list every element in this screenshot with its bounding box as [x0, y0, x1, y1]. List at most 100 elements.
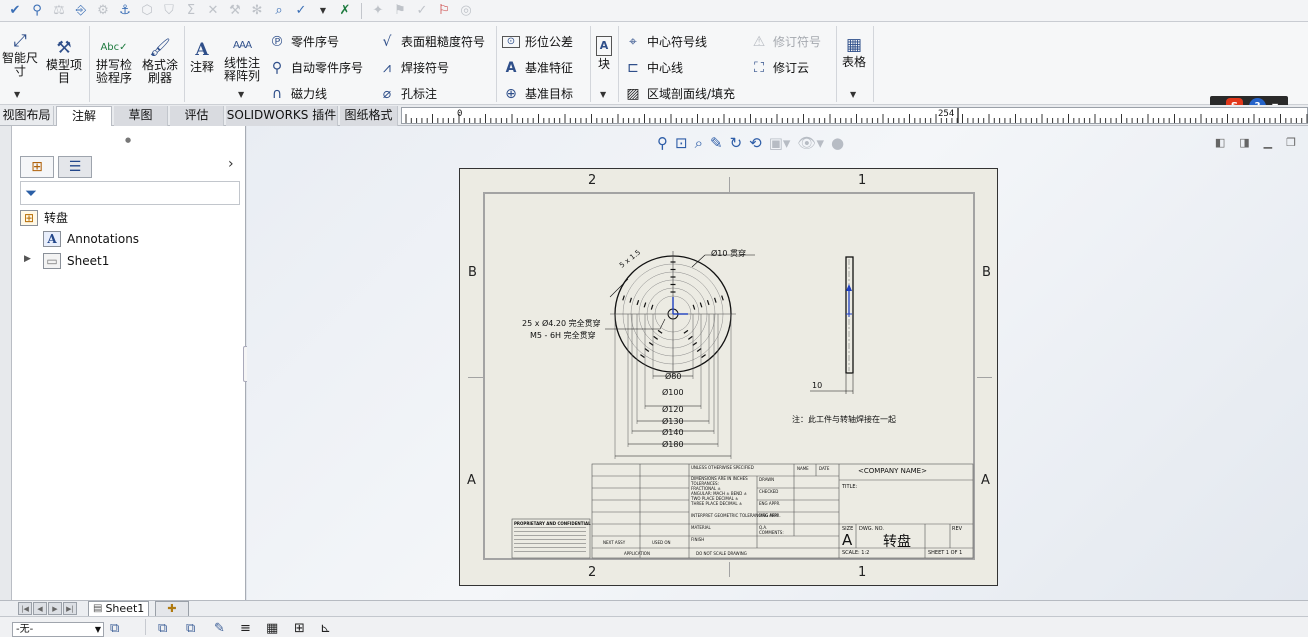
shield-dim-icon[interactable]: ⛉	[160, 2, 178, 20]
zoom-to-fit-icon[interactable]: ⚲	[657, 134, 668, 152]
dim-d100[interactable]: Ø100	[662, 388, 684, 397]
note-button[interactable]: A 注释	[186, 41, 218, 74]
smart-dimension-button[interactable]: ⤢ 智能尺 寸	[0, 32, 40, 78]
line-weight-icon[interactable]: ≡	[240, 621, 251, 636]
auto-balloon-button[interactable]: ⚲ 自动零件序号	[268, 59, 363, 76]
snap-icon[interactable]: ⊾	[320, 621, 331, 636]
graphics-area[interactable]: ⚲ ⊡ ⌕ ✎ ↻ ⟲ ▣▾ 👁▾ ● ◧ ◨ ▁ ❐ 2 1 2 1 B A …	[247, 126, 1308, 600]
tab-evaluate[interactable]: 评估	[170, 106, 224, 126]
hole-callout-button[interactable]: ⌀ 孔标注	[378, 85, 437, 102]
color-display-icon[interactable]: ⊞	[294, 621, 305, 636]
tab-sheet-format[interactable]: 图纸格式	[340, 106, 398, 126]
line-style-icon[interactable]: ✎	[214, 621, 225, 636]
hide-show-edges-icon[interactable]: ▦	[266, 621, 278, 636]
layer-icon[interactable]: ⧉	[110, 621, 119, 636]
lock-dim-icon[interactable]: ✦	[369, 2, 387, 20]
excel-icon[interactable]: ✗	[336, 2, 354, 20]
cube-dim-icon[interactable]: ⬡	[138, 2, 156, 20]
datum-feature-button[interactable]: A 基准特征	[502, 59, 573, 76]
sheet-tab-sheet1[interactable]: ▤ Sheet1	[88, 601, 150, 617]
balance-icon[interactable]: ⚖	[50, 2, 68, 20]
drawing-sheet[interactable]: 2 1 2 1 B A B A 5 x 1.5 Ø10 贯穿 25 x Ø4.2…	[459, 168, 998, 586]
filter-funnel-icon[interactable]: ⏷	[25, 184, 37, 202]
restore-right-icon[interactable]: ◨	[1239, 136, 1249, 149]
tab-annotation[interactable]: 注解	[56, 106, 112, 126]
chevron-down-icon[interactable]: ▼	[600, 90, 606, 99]
next-sheet-icon[interactable]: ▶	[48, 602, 62, 615]
line-color-icon[interactable]: ⧉	[158, 621, 167, 636]
inspect-icon[interactable]: ⌕	[270, 2, 288, 20]
drawing-note[interactable]: 注：此工件与转轴焊接在一起	[792, 414, 896, 425]
revision-cloud-button[interactable]: ⛶ 修订云	[750, 59, 809, 76]
blocks-button[interactable]: A 块	[592, 36, 616, 71]
globe-dim-icon[interactable]: ◎	[457, 2, 475, 20]
expand-arrow-icon[interactable]: ▶	[24, 254, 31, 264]
dim-hole-diameter[interactable]: Ø10 贯穿	[711, 248, 746, 259]
dim-thickness[interactable]: 10	[812, 381, 822, 390]
surface-finish-button[interactable]: √ 表面粗糙度符号	[378, 33, 485, 50]
hide-show-icon[interactable]: 👁▾	[797, 134, 824, 152]
balloon-button[interactable]: ℗ 零件序号	[268, 33, 339, 50]
ok-dim-icon[interactable]: ✓	[413, 2, 431, 20]
first-sheet-icon[interactable]: |◀	[18, 602, 32, 615]
datum-target-button[interactable]: ⊕ 基准目标	[502, 85, 573, 102]
grip-dot-icon[interactable]: ●	[125, 136, 131, 144]
display-style-icon[interactable]: ▣▾	[769, 134, 791, 152]
tree-item-sheet1[interactable]: ▭ Sheet1	[43, 253, 109, 269]
flag-icon[interactable]: ⚐	[435, 2, 453, 20]
dim-d120[interactable]: Ø120	[662, 405, 684, 414]
tree-item-annotations[interactable]: A Annotations	[43, 231, 139, 247]
geometric-tolerance-button[interactable]: ⊙ 形位公差	[502, 33, 573, 50]
chevron-down-icon[interactable]: ▼	[850, 90, 856, 99]
tree-filter-input[interactable]: ⏷	[20, 181, 240, 205]
add-sheet-icon[interactable]: ✚	[155, 601, 189, 617]
rotate-icon[interactable]: ↻	[730, 134, 743, 152]
tools-dim-icon[interactable]: ⚒	[226, 2, 244, 20]
prev-sheet-icon[interactable]: ◀	[33, 602, 47, 615]
magnetic-line-button[interactable]: ∩ 磁力线	[268, 85, 327, 102]
area-hatch-button[interactable]: ▨ 区域剖面线/填充	[624, 85, 735, 102]
chevron-right-icon[interactable]: ›	[228, 156, 234, 172]
x-dim-icon[interactable]: ✕	[204, 2, 222, 20]
centerline-button[interactable]: ⊏ 中心线	[624, 59, 683, 76]
redraw-icon[interactable]: ⟲	[749, 134, 762, 152]
model-items-button[interactable]: ⚒ 模型项 目	[42, 39, 86, 85]
chevron-down-icon[interactable]: ▼	[238, 90, 244, 99]
zoom-in-out-icon[interactable]: ⌕	[695, 134, 703, 152]
tab-solidworks-addins[interactable]: SOLIDWORKS 插件	[226, 106, 338, 126]
search-glass-icon[interactable]: ⚲	[28, 2, 46, 20]
format-painter-button[interactable]: 🖌 格式涂 刷器	[138, 39, 182, 85]
spell-checker-button[interactable]: Abc✓ 拼写检 验程序	[92, 39, 136, 85]
asterisk-dim-icon[interactable]: ✻	[248, 2, 266, 20]
zoom-to-area-icon[interactable]: ⊡	[675, 134, 688, 152]
dim-d180[interactable]: Ø180	[662, 440, 684, 449]
chevron-down-icon[interactable]: ▼	[14, 90, 20, 99]
revision-symbol-button[interactable]: ⚠ 修订符号	[750, 33, 821, 50]
tab-property-manager[interactable]: ☰	[58, 156, 92, 178]
tree-root-item[interactable]: ⊞ 转盘	[20, 209, 68, 226]
dim-d80[interactable]: Ø80	[665, 372, 681, 381]
maximize-icon[interactable]: ❐	[1286, 136, 1296, 149]
check-arrow-icon[interactable]: ✓	[292, 2, 310, 20]
dim-thread[interactable]: M5 - 6H 完全贯穿	[530, 330, 596, 341]
appearance-icon[interactable]: ●	[831, 134, 844, 152]
tables-button[interactable]: ▦ 表格	[838, 36, 870, 69]
magnet-icon[interactable]: ⚓	[116, 2, 134, 20]
tab-sketch[interactable]: 草图	[114, 106, 168, 126]
tab-view-layout[interactable]: 视图布局	[0, 106, 54, 126]
compare-dim-icon[interactable]: ⚑	[391, 2, 409, 20]
gear-dim-icon[interactable]: ⚙	[94, 2, 112, 20]
dim-d130[interactable]: Ø130	[662, 417, 684, 426]
check-smart-icon[interactable]: ✔	[6, 2, 24, 20]
horizontal-ruler[interactable]: 0 254	[401, 107, 1308, 124]
weld-symbol-button[interactable]: ⩘ 焊接符号	[378, 59, 449, 76]
last-sheet-icon[interactable]: ▶|	[63, 602, 77, 615]
dim-d140[interactable]: Ø140	[662, 428, 684, 437]
stamp-icon[interactable]: ⎆	[72, 2, 90, 20]
sigma-dim-icon[interactable]: Σ	[182, 2, 200, 20]
dropdown-arrow-icon[interactable]: ▼	[314, 2, 332, 20]
pan-icon[interactable]: ✎	[710, 134, 723, 152]
minimize-icon[interactable]: ▁	[1264, 136, 1272, 149]
configuration-select[interactable]: -无- ▼	[12, 622, 104, 637]
center-mark-button[interactable]: ⌖ 中心符号线	[624, 33, 707, 50]
